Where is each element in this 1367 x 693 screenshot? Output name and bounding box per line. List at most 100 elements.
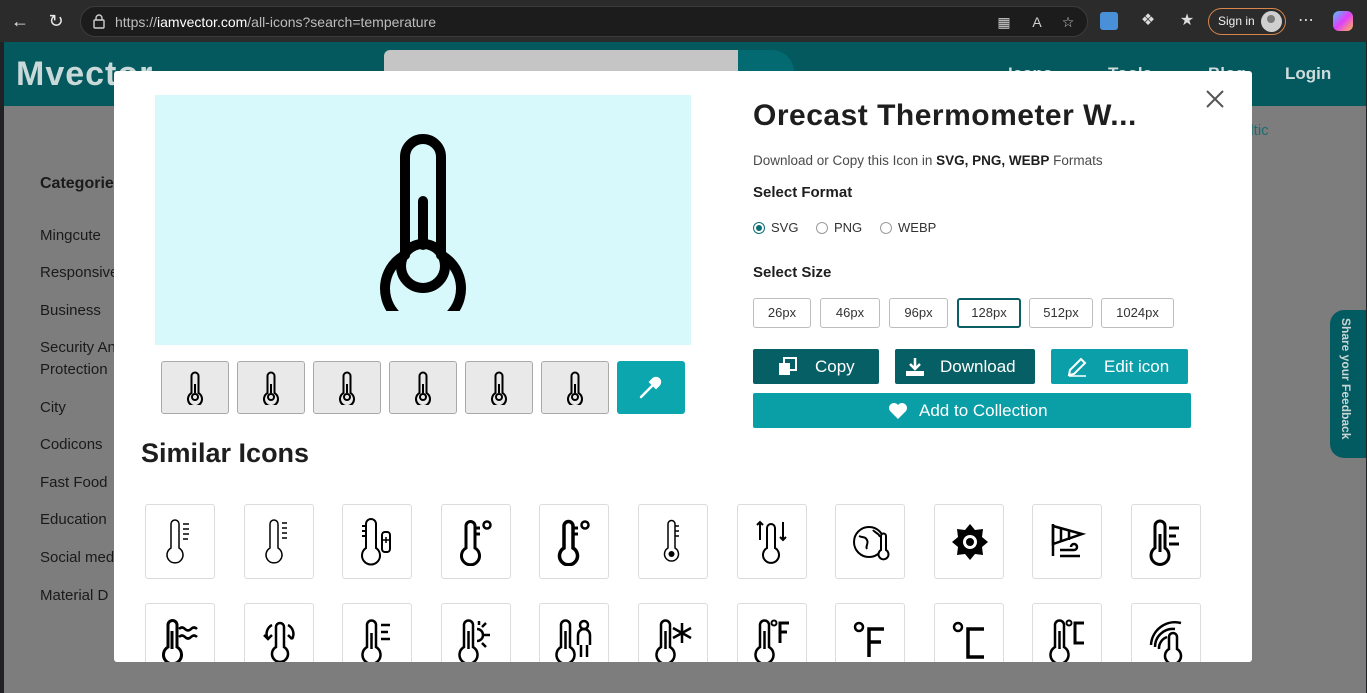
avatar-icon — [1261, 11, 1282, 32]
size-option[interactable]: 96px — [889, 298, 948, 328]
categories-title: Categories — [40, 175, 123, 192]
sign-in-button[interactable]: Sign in — [1208, 8, 1286, 35]
color-picker-button[interactable] — [617, 361, 685, 414]
download-button[interactable]: Download — [895, 349, 1035, 384]
select-size-label: Select Size — [753, 264, 832, 281]
similar-icon-thermometer-heat[interactable] — [1131, 603, 1201, 662]
similar-icon-thermometer-battery[interactable] — [342, 504, 412, 579]
size-option-selected[interactable]: 128px — [957, 298, 1021, 328]
format-radio-webp[interactable]: WEBP — [880, 221, 936, 235]
similar-icon-thermometer-person[interactable] — [539, 603, 609, 662]
icon-preview — [155, 95, 691, 345]
back-icon[interactable]: ← — [8, 9, 32, 33]
close-icon[interactable] — [1202, 86, 1228, 112]
address-bar[interactable]: https://iamvector.com/all-icons?search=t… — [80, 6, 1088, 37]
similar-icon-sun-gear[interactable] — [934, 504, 1004, 579]
similar-icon-thermometer-degree-bold[interactable] — [539, 504, 609, 579]
heart-icon — [889, 403, 907, 419]
thermometer-celsius-icon — [1049, 619, 1084, 662]
thermometer-snow-icon — [655, 619, 692, 662]
size-option[interactable]: 1024px — [1101, 298, 1174, 328]
app-available-icon[interactable]: ▦ — [995, 13, 1013, 31]
size-option[interactable]: 46px — [820, 298, 880, 328]
pencil-icon — [1067, 357, 1087, 377]
extensions-icon[interactable]: ❖ — [1137, 10, 1159, 32]
similar-icon-thermometer-thin[interactable] — [638, 504, 708, 579]
thermometer-arrows-icon — [756, 520, 787, 564]
format-radio-svg[interactable]: SVG — [753, 221, 798, 235]
similar-icon-thermometer-water[interactable] — [145, 603, 215, 662]
thermometer-sun-icon — [458, 619, 490, 662]
similar-icon-thermometer-list[interactable] — [342, 603, 412, 662]
category-item[interactable]: City — [40, 397, 66, 419]
read-aloud-icon[interactable]: A — [1028, 13, 1046, 31]
variant-thumbnail[interactable] — [237, 361, 305, 414]
similar-icon-thermometer-arrows[interactable] — [737, 504, 807, 579]
refresh-icon[interactable]: ↻ — [44, 9, 68, 33]
extension-translate-icon[interactable] — [1100, 12, 1118, 30]
similar-icon-fahrenheit[interactable] — [835, 603, 905, 662]
thermometer-fahrenheit-icon — [754, 619, 789, 662]
similar-icon-thermometer-scale-outline[interactable] — [244, 504, 314, 579]
feedback-tab[interactable]: Share your Feedback — [1330, 310, 1366, 458]
favorites-icon[interactable]: ★ — [1176, 10, 1198, 32]
thermometer-scale-icon — [166, 519, 189, 564]
similar-icon-thermometer-sun[interactable] — [441, 603, 511, 662]
radio-icon — [880, 222, 892, 234]
download-icon — [906, 358, 924, 376]
category-item[interactable]: Mingcute — [40, 225, 101, 247]
similar-icon-thermometer-degree[interactable] — [441, 504, 511, 579]
thermometer-degree-icon — [460, 520, 492, 566]
thermometer-person-icon — [555, 619, 592, 662]
browser-toolbar: ← ↻ https://iamvector.com/all-icons?sear… — [0, 0, 1367, 42]
copy-button[interactable]: Copy — [753, 349, 879, 384]
variant-thumbnail[interactable] — [389, 361, 457, 414]
category-item[interactable]: Business — [40, 300, 101, 322]
variant-thumbnail[interactable] — [313, 361, 381, 414]
thermometer-scale-outline-icon — [265, 519, 287, 564]
variant-thumbnail[interactable] — [161, 361, 229, 414]
edit-icon-button[interactable]: Edit icon — [1051, 349, 1188, 384]
category-item[interactable]: Responsive — [40, 262, 118, 284]
category-item[interactable]: Protection — [40, 359, 108, 381]
similar-icon-thermometer-fahrenheit[interactable] — [737, 603, 807, 662]
similar-icon-thermometer-lines[interactable] — [1131, 504, 1201, 579]
thermometer-battery-icon — [361, 518, 391, 566]
similar-icon-celsius[interactable] — [934, 603, 1004, 662]
similar-icon-globe-thermometer[interactable] — [835, 504, 905, 579]
format-radio-png[interactable]: PNG — [816, 221, 862, 235]
thermometer-refresh-icon — [263, 621, 295, 662]
thermometer-thin-icon — [663, 519, 680, 562]
celsius-icon — [952, 621, 984, 659]
size-option[interactable]: 512px — [1029, 298, 1093, 328]
eyedropper-icon — [639, 376, 662, 399]
nav-login[interactable]: Login — [1285, 64, 1331, 84]
copilot-icon[interactable] — [1333, 11, 1353, 31]
site-info-icon[interactable] — [91, 13, 107, 29]
variant-thumbnail[interactable] — [465, 361, 533, 414]
category-item[interactable]: Social media — [40, 547, 126, 569]
more-menu-icon[interactable]: ⋯ — [1295, 10, 1317, 32]
category-item[interactable]: Material D — [40, 585, 108, 607]
size-option[interactable]: 26px — [753, 298, 811, 328]
favorite-star-icon[interactable]: ☆ — [1059, 13, 1077, 31]
category-item[interactable]: Fast Food — [40, 472, 108, 494]
add-to-collection-button[interactable]: Add to Collection — [753, 393, 1191, 428]
similar-icon-windsock[interactable] — [1032, 504, 1102, 579]
thermometer-list-icon — [361, 619, 390, 662]
similar-icon-thermometer-celsius[interactable] — [1032, 603, 1102, 662]
variant-thumbnail[interactable] — [541, 361, 609, 414]
globe-thermometer-icon — [853, 526, 890, 561]
similar-icon-thermometer-refresh[interactable] — [244, 603, 314, 662]
similar-icon-thermometer-scale[interactable] — [145, 504, 215, 579]
similar-icon-thermometer-snow[interactable] — [638, 603, 708, 662]
category-item[interactable]: Security And — [40, 337, 124, 359]
similar-icons-title: Similar Icons — [141, 438, 310, 468]
category-item[interactable]: Education — [40, 509, 107, 531]
category-item[interactable]: Codicons — [40, 434, 103, 456]
select-format-label: Select Format — [753, 184, 853, 201]
url-text[interactable]: https://iamvector.com/all-icons?search=t… — [115, 14, 436, 30]
thermometer-preview-icon — [380, 134, 466, 311]
copy-icon — [779, 357, 797, 375]
radio-icon — [816, 222, 828, 234]
